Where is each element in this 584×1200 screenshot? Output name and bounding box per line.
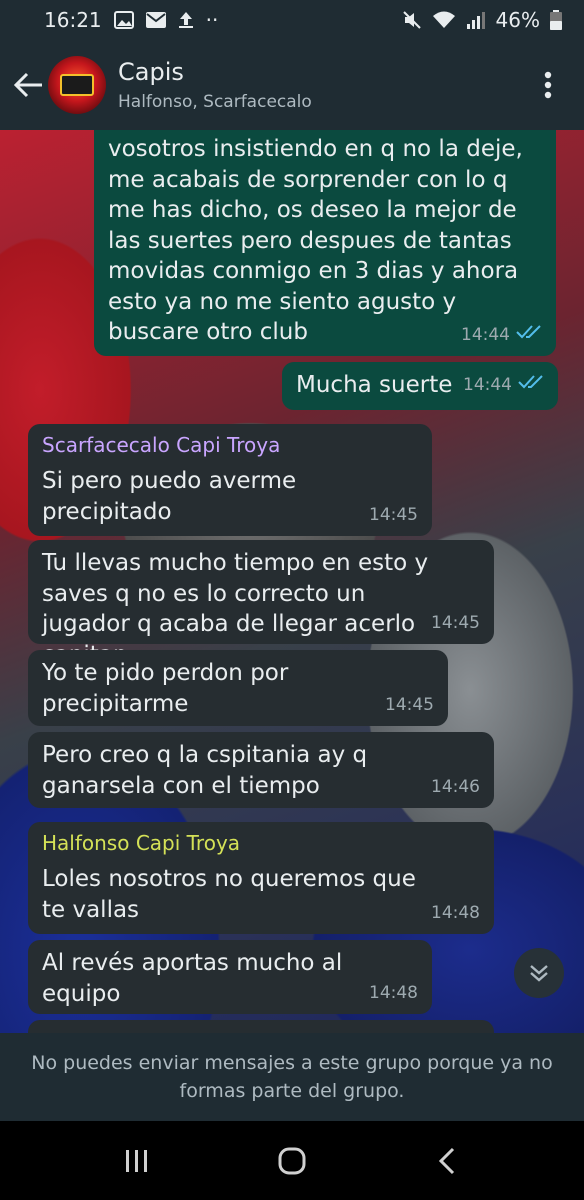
message-text: vosotros insistiendo en q no la deje, me…: [108, 136, 523, 345]
message-meta: 14:45: [369, 500, 418, 531]
chat-title: Capis: [118, 58, 184, 86]
home-button[interactable]: [262, 1131, 322, 1191]
double-check-icon: [518, 370, 544, 401]
message-meta: 14:45: [385, 690, 434, 721]
message-text: Pero creo q la cspitania ay q ganarsela …: [42, 742, 368, 799]
message-time: 14:48: [369, 982, 418, 1003]
status-bar: 16:21 ·· 46%: [0, 0, 584, 40]
message-time: 14:46: [431, 776, 480, 797]
message-meta: 14:44: [463, 370, 544, 401]
back-button[interactable]: [4, 55, 54, 115]
message-bubble-incoming[interactable]: Halfonso Capi Troya Loles nosotros no qu…: [28, 822, 494, 934]
message-bubble-incoming[interactable]: Pero creo q la cspitania ay q ganarsela …: [28, 732, 494, 808]
left-group-notice: No puedes enviar mensajes a este grupo p…: [0, 1033, 584, 1121]
double-check-icon: [516, 320, 542, 351]
message-meta: 14:46: [431, 772, 480, 803]
message-bubble-outgoing[interactable]: vosotros insistiendo en q no la deje, me…: [94, 130, 556, 356]
mute-icon: [402, 10, 422, 30]
more-vert-icon: [544, 71, 552, 99]
nav-back-button[interactable]: [417, 1131, 477, 1191]
upload-icon: [178, 11, 194, 29]
battery-icon: [550, 10, 562, 30]
message-bubble-outgoing[interactable]: Mucha suerte 14:44: [282, 362, 558, 410]
battery-percent: 46%: [495, 8, 540, 32]
group-avatar[interactable]: [48, 56, 106, 114]
mail-icon: [145, 12, 166, 28]
message-time: 14:45: [431, 612, 480, 633]
message-bubble-incoming[interactable]: Yo te pido perdon por precipitarme 14:45: [28, 650, 448, 726]
message-time: 14:44: [463, 374, 512, 395]
message-bubble-incoming[interactable]: [28, 1020, 494, 1033]
message-time: 14:45: [369, 504, 418, 525]
image-icon: [113, 11, 134, 29]
message-text: Loles nosotros no queremos que te vallas: [42, 866, 416, 923]
chat-area[interactable]: vosotros insistiendo en q no la deje, me…: [0, 130, 584, 1033]
message-meta: 14:44: [461, 320, 542, 351]
message-text: Al revés aportas mucho al equipo: [42, 950, 343, 1007]
message-meta: 14:48: [431, 898, 480, 929]
message-text: Si pero puedo averme precipitado: [42, 468, 297, 525]
message-text: Yo te pido perdon por precipitarme: [42, 660, 289, 717]
home-icon: [278, 1147, 306, 1174]
signal-icon: [466, 10, 486, 30]
message-meta: 14:45: [431, 608, 480, 639]
sender-name[interactable]: Scarfacecalo Capi Troya: [42, 432, 418, 458]
message-time: 14:45: [385, 694, 434, 715]
avatar-logo: [60, 74, 94, 96]
more-options-button[interactable]: [528, 55, 568, 115]
back-arrow-icon: [14, 72, 42, 98]
chat-participants: Halfonso, Scarfacecalo: [118, 92, 312, 112]
status-dots: ··: [205, 8, 219, 32]
message-meta: 14:48: [369, 978, 418, 1009]
system-nav-bar: [0, 1121, 584, 1200]
scroll-down-icon: [530, 965, 548, 982]
message-bubble-incoming[interactable]: Tu llevas mucho tiempo en esto y saves q…: [28, 540, 494, 668]
chat-header: Capis Halfonso, Scarfacecalo: [0, 40, 584, 130]
message-time: 14:48: [431, 902, 480, 923]
back-icon: [438, 1147, 454, 1174]
status-time: 16:21: [44, 8, 102, 32]
chat-title-block[interactable]: Capis Halfonso, Scarfacecalo: [118, 57, 528, 113]
sender-name[interactable]: Halfonso Capi Troya: [42, 830, 480, 856]
recents-icon: [126, 1149, 148, 1172]
message-bubble-incoming[interactable]: Al revés aportas mucho al equipo 14:48: [28, 940, 432, 1014]
message-time: 14:44: [461, 324, 510, 345]
wifi-icon: [432, 10, 456, 30]
recents-button[interactable]: [107, 1131, 167, 1191]
message-bubble-incoming[interactable]: Scarfacecalo Capi Troya Si pero puedo av…: [28, 424, 432, 536]
scroll-to-bottom-button[interactable]: [514, 948, 564, 998]
